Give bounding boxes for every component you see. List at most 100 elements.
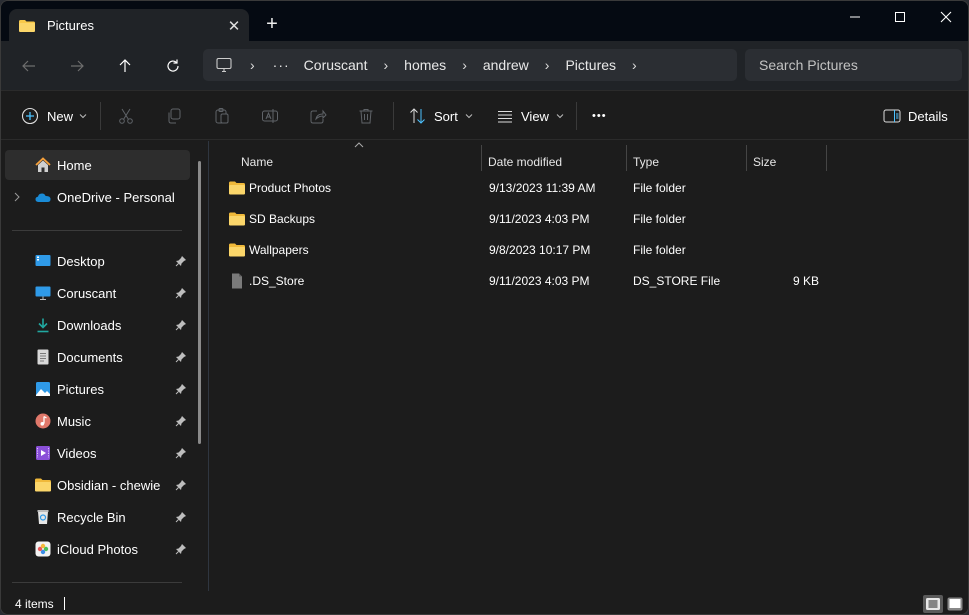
breadcrumb-homes[interactable]: homes [398,57,452,73]
up-arrow-icon [119,59,131,72]
sort-button[interactable]: Sort [409,102,473,130]
chevron-right-icon[interactable]: › [452,57,477,73]
copy-button[interactable] [165,102,183,130]
title-bar: Pictures ✕ + [1,1,968,42]
file-date-modified: 9/11/2023 4:03 PM [489,274,590,288]
details-pane-button[interactable]: Details [883,102,948,130]
sidebar-item-icloud-photos[interactable]: iCloud Photos [5,534,190,564]
minimize-button[interactable] [832,1,878,33]
sidebar-scrollbar[interactable] [198,161,201,444]
videos-icon [35,445,51,461]
sidebar-item-onedrive[interactable]: OneDrive - Personal [5,182,190,212]
sidebar-item-desktop[interactable]: Desktop [5,246,190,276]
search-box[interactable] [745,49,962,81]
cut-button[interactable] [117,102,135,130]
column-header-date-modified[interactable]: Date modified [488,147,562,177]
column-resizer[interactable] [481,145,482,171]
file-type: DS_STORE File [633,274,721,288]
chevron-right-icon[interactable] [13,192,21,202]
pin-icon[interactable] [175,543,187,555]
forward-button[interactable] [63,53,91,79]
pin-icon[interactable] [175,415,187,427]
large-icons-view-icon [947,597,963,611]
chevron-right-icon[interactable]: › [373,57,398,73]
delete-button[interactable] [357,102,375,130]
pin-icon[interactable] [175,447,187,459]
column-header-name[interactable]: Name [241,147,273,177]
up-button[interactable] [111,53,139,79]
back-button[interactable] [15,53,43,79]
column-header-type[interactable]: Type [633,147,659,177]
large-icons-view-button[interactable] [945,595,965,613]
sidebar-item-coruscant[interactable]: Coruscant [5,278,190,308]
sidebar-item-pictures[interactable]: Pictures [5,374,190,404]
chevron-right-icon[interactable]: › [232,57,265,73]
more-options-button[interactable]: ••• [592,102,607,130]
computer-icon[interactable] [216,57,232,73]
rename-button[interactable] [261,102,279,130]
plus-circle-icon [21,107,39,125]
column-resizer[interactable] [626,145,627,171]
paste-button[interactable] [213,102,231,130]
sidebar-item-downloads[interactable]: Downloads [5,310,190,340]
file-row[interactable]: .DS_Store 9/11/2023 4:03 PM DS_STORE File 9… [223,267,823,295]
sidebar-item-home[interactable]: Home [5,150,190,180]
new-button[interactable]: New [21,102,87,130]
sidebar-item-label: iCloud Photos [57,541,138,557]
maximize-icon [895,12,905,22]
pin-icon[interactable] [175,287,187,299]
sidebar-item-videos[interactable]: Videos [5,438,190,468]
chevron-right-icon[interactable]: › [622,57,647,73]
file-size [753,174,819,202]
column-resizer[interactable] [746,145,747,171]
refresh-button[interactable] [159,53,187,79]
sort-label: Sort [434,108,458,124]
rename-icon [262,109,278,123]
desktop-icon [35,253,51,269]
maximize-button[interactable] [877,1,923,33]
chevron-down-icon [465,114,473,119]
pin-icon[interactable] [175,511,187,523]
address-bar[interactable]: › ··· Coruscant › homes › andrew › Pictu… [203,49,737,81]
column-resizer[interactable] [826,145,827,171]
pin-icon[interactable] [175,319,187,331]
new-tab-button[interactable]: + [259,11,285,37]
breadcrumb-overflow[interactable]: ··· [265,57,298,73]
search-input[interactable] [759,57,962,73]
sidebar-item-recycle-bin[interactable]: Recycle Bin [5,502,190,532]
view-button[interactable]: View [496,102,564,130]
chevron-down-icon [79,114,87,119]
share-icon [310,109,327,124]
file-type: File folder [633,243,686,257]
file-row[interactable]: Product Photos 9/13/2023 11:39 AM File fol… [223,174,823,202]
pin-icon[interactable] [175,383,187,395]
details-view-button[interactable] [923,595,943,613]
share-button[interactable] [309,102,327,130]
home-icon [35,157,51,172]
sidebar-item-music[interactable]: Music [5,406,190,436]
file-date-modified: 9/11/2023 4:03 PM [489,212,590,226]
folder-icon [19,19,35,32]
file-date-modified: 9/8/2023 10:17 PM [489,243,591,257]
sidebar-item-label: Desktop [57,253,105,269]
pin-icon[interactable] [175,255,187,267]
sidebar-item-obsidian-chewie[interactable]: Obsidian - chewie [5,470,190,500]
tab-pictures[interactable]: Pictures ✕ [9,9,249,42]
close-window-button[interactable] [923,1,968,33]
breadcrumb-pictures[interactable]: Pictures [559,57,622,73]
file-type: File folder [633,181,686,195]
file-row[interactable]: SD Backups 9/11/2023 4:03 PM File folder [223,205,823,233]
pin-icon[interactable] [175,479,187,491]
folder-icon [229,181,245,195]
sidebar-item-documents[interactable]: Documents [5,342,190,372]
document-icon [35,349,51,365]
close-tab-icon[interactable]: ✕ [219,17,249,35]
pin-icon[interactable] [175,351,187,363]
column-header-size[interactable]: Size [753,147,776,177]
breadcrumb-andrew[interactable]: andrew [477,57,535,73]
details-pane-icon [883,109,901,123]
file-icon [229,273,245,289]
chevron-right-icon[interactable]: › [535,57,560,73]
breadcrumb-coruscant[interactable]: Coruscant [298,57,374,73]
file-row[interactable]: Wallpapers 9/8/2023 10:17 PM File folder [223,236,823,264]
